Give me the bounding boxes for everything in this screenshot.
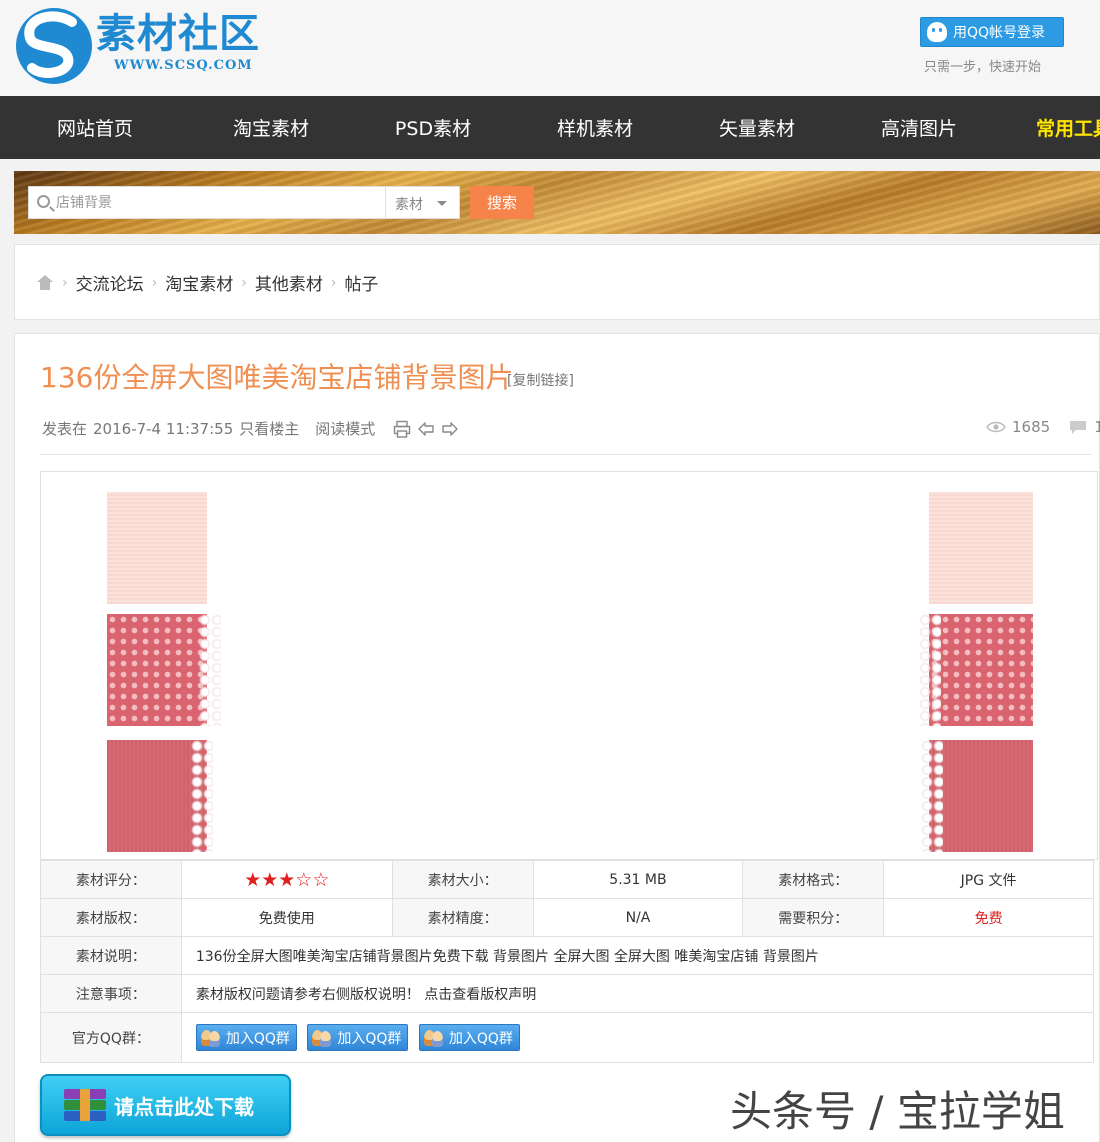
table-row: 素材评分： ★★★☆☆ 素材大小： 5.31 MB 素材格式： JPG 文件 <box>40 860 1094 899</box>
breadcrumb-forum[interactable]: 交流论坛 <box>76 270 144 295</box>
preview-image <box>40 471 1098 860</box>
preview-lace-left-bottom <box>191 740 213 852</box>
preview-tile-plain-right <box>929 492 1033 604</box>
preview-tile-plain-left <box>107 492 207 604</box>
format-value: JPG 文件 <box>883 860 1094 899</box>
nav-item-psd[interactable]: PSD素材 <box>352 114 514 141</box>
rating-cell: ★★★☆☆ <box>180 860 393 899</box>
logo-s-icon <box>16 8 92 84</box>
preview-tile-linen-right <box>929 740 1033 852</box>
main-nav: 网站首页 淘宝素材 PSD素材 样机素材 矢量素材 高清图片 常用工具 <box>0 96 1100 159</box>
material-info-table: 素材评分： ★★★☆☆ 素材大小： 5.31 MB 素材格式： JPG 文件 素… <box>40 860 1095 1063</box>
preview-tile-hearts-left <box>107 614 207 726</box>
table-row: 素材版权： 免费使用 素材精度： N/A 需要积分： 免费 <box>40 898 1094 937</box>
size-label: 素材大小： <box>391 860 534 899</box>
size-value: 5.31 MB <box>532 860 744 899</box>
nav-item-mockup[interactable]: 样机素材 <box>514 114 676 141</box>
preview-lace-left <box>199 614 221 726</box>
points-value: 免费 <box>883 898 1094 937</box>
search-input[interactable] <box>56 187 386 218</box>
comment-icon <box>1070 421 1087 434</box>
notice-value[interactable]: 素材版权问题请参考右侧版权说明！ 点击查看版权声明 <box>180 974 1095 1013</box>
nav-item-home[interactable]: 网站首页 <box>0 114 190 141</box>
table-row: 官方QQ群： 加入QQ群 加入QQ群 加入QQ群 <box>40 1012 1095 1063</box>
search-button[interactable]: 搜索 <box>470 186 534 219</box>
chevron-down-icon <box>437 201 447 206</box>
qq-penguin-icon <box>927 22 947 42</box>
preview-lace-right <box>919 614 941 726</box>
join-qq-group-button-1[interactable]: 加入QQ群 <box>195 1024 297 1051</box>
download-label: 请点击此处下载 <box>114 1094 254 1119</box>
chevron-right-icon: › <box>330 274 337 291</box>
qq-group-icon <box>200 1028 222 1048</box>
qq-group-label: 官方QQ群： <box>40 1012 182 1063</box>
only-op-link[interactable]: 只看楼主 <box>239 418 299 439</box>
desc-label: 素材说明： <box>40 936 182 975</box>
nav-item-tools[interactable]: 常用工具 <box>1000 114 1100 141</box>
chevron-right-icon: › <box>62 274 68 291</box>
table-row: 素材说明： 136份全屏大图唯美淘宝店铺背景图片免费下载 背景图片 全屏大图 全… <box>40 936 1095 975</box>
breadcrumb: › 交流论坛 › 淘宝素材 › 其他素材 › 帖子 <box>36 270 378 295</box>
post-meta: 发表在 2016-7-4 11:37:55 只看楼主 阅读模式 <box>42 418 459 439</box>
chevron-right-icon: › <box>151 274 158 291</box>
read-mode-link[interactable]: 阅读模式 <box>315 418 375 439</box>
nav-item-vector[interactable]: 矢量素材 <box>676 114 838 141</box>
search-category-select[interactable]: 素材 <box>395 194 423 214</box>
eye-icon <box>986 421 1006 433</box>
qq-login-tip: 只需一步，快速开始 <box>924 60 1042 75</box>
nav-item-hd-images[interactable]: 高清图片 <box>838 114 1000 141</box>
post-stats: 1685 1 <box>986 418 1100 436</box>
table-row: 注意事项： 素材版权问题请参考右侧版权说明！ 点击查看版权声明 <box>40 974 1095 1013</box>
qq-login-button[interactable]: 用QQ帐号登录 <box>920 17 1064 47</box>
chevron-right-icon: › <box>241 274 247 291</box>
nav-item-taobao[interactable]: 淘宝素材 <box>190 114 352 141</box>
posted-at: 2016-7-4 11:37:55 <box>93 419 234 438</box>
precision-label: 素材精度： <box>391 898 534 937</box>
logo-text: 素材社区 <box>96 10 260 57</box>
meta-divider <box>40 454 1092 455</box>
star-rating: ★★★☆☆ <box>244 868 330 891</box>
desc-value: 136份全屏大图唯美淘宝店铺背景图片免费下载 背景图片 全屏大图 全屏大图 唯美… <box>180 936 1095 975</box>
join-qq-group-label: 加入QQ群 <box>448 1030 513 1047</box>
preview-tile-hearts-right <box>929 614 1033 726</box>
license-value: 免费使用 <box>180 898 393 937</box>
reply-count: 1 <box>1094 418 1100 436</box>
search-icon <box>37 195 50 208</box>
precision-value: N/A <box>532 898 744 937</box>
license-label: 素材版权： <box>40 898 182 937</box>
print-icon[interactable] <box>393 420 411 438</box>
join-qq-group-button-2[interactable]: 加入QQ群 <box>307 1024 409 1051</box>
watermark: 头条号 / 宝拉学姐 <box>730 1087 1065 1136</box>
archive-icon <box>64 1089 106 1121</box>
preview-lace-right-bottom <box>921 740 943 852</box>
qq-group-buttons: 加入QQ群 加入QQ群 加入QQ群 <box>180 1012 1095 1063</box>
breadcrumb-other[interactable]: 其他素材 <box>255 270 323 295</box>
next-arrow-icon[interactable] <box>441 420 459 438</box>
qq-group-icon <box>311 1028 333 1048</box>
prev-arrow-icon[interactable] <box>417 420 435 438</box>
qq-group-icon <box>423 1028 445 1048</box>
join-qq-group-label: 加入QQ群 <box>225 1030 290 1047</box>
notice-label: 注意事项： <box>40 974 182 1013</box>
logo-url: WWW.SCSQ.COM <box>114 58 253 73</box>
format-label: 素材格式： <box>742 860 885 899</box>
search-box: 素材 <box>28 186 460 219</box>
breadcrumb-taobao[interactable]: 淘宝素材 <box>165 270 233 295</box>
search-divider <box>385 187 386 218</box>
breadcrumb-post: 帖子 <box>344 275 379 295</box>
view-count: 1685 <box>1012 418 1051 436</box>
points-label: 需要积分： <box>742 898 885 937</box>
join-qq-group-button-3[interactable]: 加入QQ群 <box>418 1024 520 1051</box>
qq-login-label: 用QQ帐号登录 <box>953 25 1046 41</box>
join-qq-group-label: 加入QQ群 <box>337 1030 402 1047</box>
home-icon[interactable] <box>36 274 54 291</box>
rating-label: 素材评分： <box>40 860 182 899</box>
post-title: 136份全屏大图唯美淘宝店铺背景图片 <box>40 361 514 394</box>
posted-prefix: 发表在 <box>42 420 88 438</box>
copy-link[interactable]: [复制链接] <box>507 370 574 390</box>
download-button[interactable]: 请点击此处下载 <box>40 1074 291 1136</box>
